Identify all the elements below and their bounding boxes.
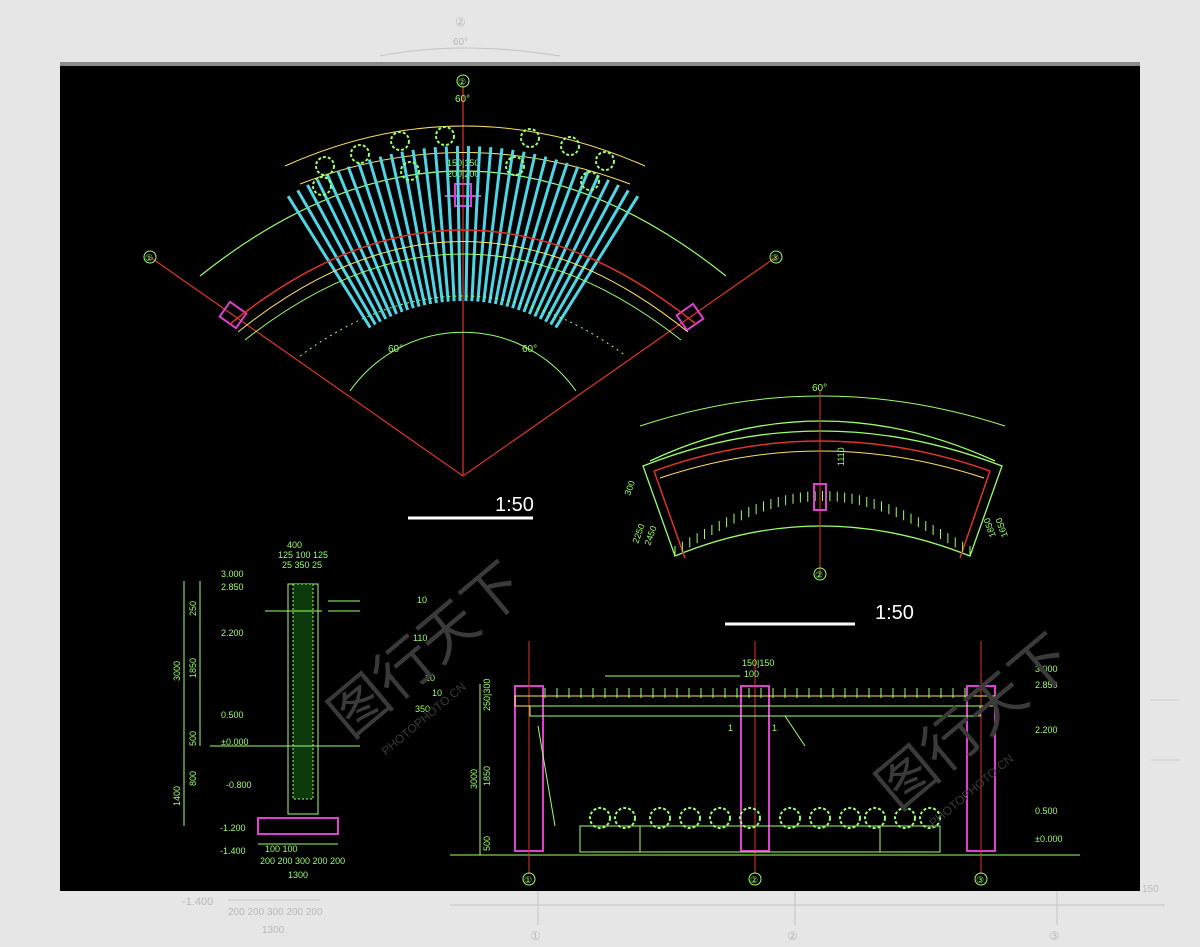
elev-shrub bbox=[809, 807, 831, 829]
ghost-axis-3: ③ bbox=[1049, 929, 1060, 943]
elev-axis-1: ① bbox=[524, 875, 532, 885]
section-bottom-total: 1300 bbox=[288, 870, 308, 880]
elev-shrub bbox=[779, 807, 801, 829]
section-dim-800: 800 bbox=[188, 771, 198, 786]
section-elev-m1200: -1.200 bbox=[220, 823, 246, 833]
elev-shrub bbox=[649, 807, 671, 829]
section-elev-0500: 0.500 bbox=[221, 710, 244, 720]
section-dim-250: 250 bbox=[188, 601, 198, 616]
fan-dim-center: 150|150 bbox=[447, 158, 479, 168]
fan-axis-top-label: ② bbox=[458, 77, 466, 87]
elev-leader-right bbox=[784, 715, 806, 747]
elev-elev-2200: 2.200 bbox=[1035, 725, 1058, 735]
cad-sheet: ② ① ③ 60° 60° 60° 150|150 200|200 1:50 ②… bbox=[60, 62, 1140, 891]
ghost-arc bbox=[379, 47, 561, 57]
scale-label-2: 1:50 bbox=[875, 602, 914, 624]
scale-label-1: 1:50 bbox=[495, 494, 534, 516]
elev-elev-0500: 0.500 bbox=[1035, 806, 1058, 816]
section-elev-m1400: -1.400 bbox=[220, 846, 246, 856]
ghost-axis-2: ② bbox=[787, 929, 798, 943]
arc-plan-dim-left-1: 300 bbox=[622, 479, 637, 497]
ghost-elev: -1.400 bbox=[182, 896, 213, 908]
section-dim-500: 500 bbox=[188, 731, 198, 746]
section-bottom-parts-2: 200 200 300 200 200 bbox=[260, 856, 345, 866]
arc-plan-red-right bbox=[959, 470, 991, 559]
elev-marker-2: 1 bbox=[772, 723, 777, 733]
elev-dim-top: 150|150 bbox=[742, 658, 774, 668]
ghost-num: 150 bbox=[1142, 884, 1159, 895]
elev-planter bbox=[579, 825, 941, 853]
section-dim-1400: 1400 bbox=[172, 786, 182, 806]
fan-plan: ② ① ③ 60° 60° 60° 150|150 200|200 bbox=[143, 74, 783, 477]
section-column-core bbox=[292, 583, 314, 800]
elev-axis-3: ③ bbox=[976, 875, 984, 885]
section-elev-3000: 3.000 bbox=[221, 569, 244, 579]
elev-shrub bbox=[614, 807, 636, 829]
arc-plan-red-left bbox=[653, 470, 686, 559]
section-elev-m0800: -0.800 bbox=[226, 780, 252, 790]
elev-shrub bbox=[709, 807, 731, 829]
fan-shrub bbox=[595, 151, 615, 171]
fan-angle-top: 60° bbox=[455, 94, 470, 105]
elev-shrub bbox=[839, 807, 861, 829]
elev-shrub bbox=[864, 807, 886, 829]
section-dim-1850: 1850 bbox=[188, 658, 198, 678]
section-dim-10: 10 bbox=[417, 595, 427, 605]
arc-plan: ② 60° 1110 300 2250 2450 1850 1650 bbox=[622, 383, 1010, 581]
fan-shrub bbox=[315, 156, 335, 176]
ghost-bottom-total: 1300 bbox=[262, 925, 285, 936]
arc-plan-dim-1: 1110 bbox=[836, 447, 846, 466]
elev-leader-left bbox=[537, 725, 556, 827]
elev-dim-500: 500 bbox=[482, 836, 492, 851]
fan-axis-right-label: ③ bbox=[771, 253, 779, 263]
ghost-axis-top: ② bbox=[455, 15, 466, 29]
fan-shrub bbox=[350, 144, 370, 164]
elev-shrubs bbox=[589, 807, 941, 829]
section-dim-3000: 3000 bbox=[172, 661, 182, 681]
elev-shrub bbox=[589, 807, 611, 829]
ghost-angle-top: 60° bbox=[453, 37, 468, 48]
section-footing bbox=[257, 817, 339, 835]
section-elev-2850: 2.850 bbox=[221, 582, 244, 592]
arc-plan-ground-ticks bbox=[674, 491, 971, 556]
elev-elev-0000: ±0.000 bbox=[1035, 834, 1062, 844]
fan-shrub bbox=[435, 126, 455, 146]
fan-shrub bbox=[390, 131, 410, 151]
elev-marker-1: 1 bbox=[728, 723, 733, 733]
section-top-parts-2: 25 350 25 bbox=[282, 560, 322, 570]
cad-drawing: ② ① ③ 60° 60° 60° 150|150 200|200 1:50 ②… bbox=[143, 74, 1084, 886]
elev-dim-1850: 1850 bbox=[482, 766, 492, 786]
elev-dim-250: 250|300 bbox=[482, 679, 492, 711]
elev-axis-2: ② bbox=[750, 875, 758, 885]
section-top-width: 400 bbox=[287, 540, 302, 550]
elev-dim-top-2: 100 bbox=[744, 669, 759, 679]
ghost-axis-1: ① bbox=[530, 929, 541, 943]
elev-shrub bbox=[739, 807, 761, 829]
arc-plan-axis-label: ② bbox=[815, 570, 823, 580]
ghost-bottom-parts: 200 200 300 200 200 bbox=[228, 907, 323, 918]
elev-dim-3000: 3000 bbox=[469, 769, 479, 789]
fan-rafter bbox=[306, 184, 382, 323]
section-elev-0000: ±0.000 bbox=[221, 737, 248, 747]
fan-axis-left-label: ① bbox=[145, 253, 153, 263]
section-elev-2200: 2.200 bbox=[221, 628, 244, 638]
section-top-parts: 125 100 125 bbox=[278, 550, 328, 560]
fan-rafter bbox=[544, 184, 620, 323]
section-bottom-parts: 100 100 bbox=[265, 844, 298, 854]
elev-shrub bbox=[679, 807, 701, 829]
arc-plan-angle: 60° bbox=[812, 383, 827, 394]
